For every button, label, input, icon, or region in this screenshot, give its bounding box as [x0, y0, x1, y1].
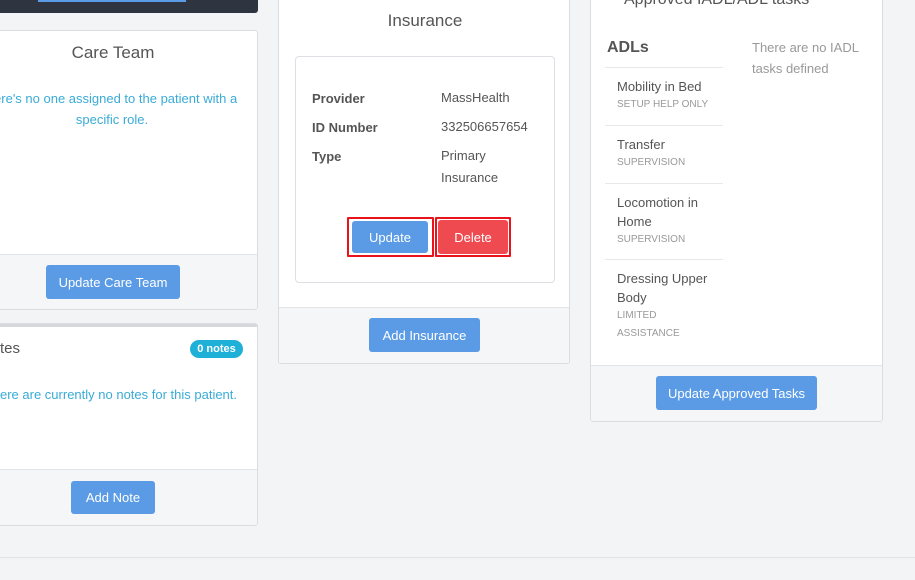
settings-icon[interactable]: ⌄ — [842, 0, 852, 3]
top-dark-panel-button[interactable] — [38, 0, 186, 2]
adl-item: Mobility in Bed SETUP HELP ONLY — [605, 77, 723, 126]
adl-level: SETUP HELP ONLY — [617, 99, 709, 110]
provider-value: MassHealth — [441, 90, 510, 105]
adl-level: LIMITED ASSISTANCE — [617, 310, 680, 339]
approved-tasks-title: Approved IADL/ADL tasks — [624, 0, 809, 9]
approved-tasks-panel: Approved IADL/ADL tasks ⌄ ADLs Mobility … — [590, 0, 883, 422]
type-value: Primary Insurance — [441, 148, 499, 185]
id-number-label: ID Number — [312, 120, 378, 135]
update-care-team-button[interactable]: Update Care Team — [46, 265, 180, 299]
adls-heading-divider — [605, 67, 723, 68]
top-dark-panel — [0, 0, 258, 13]
adl-item: Locomotion in Home SUPERVISION — [605, 193, 723, 260]
insurance-footer: Add Insurance — [279, 307, 569, 363]
notes-panel: tes 0 notes ere are currently no notes f… — [0, 323, 258, 526]
care-team-title: Care Team — [71, 43, 155, 62]
insurance-card: Provider MassHealth ID Number 3325066576… — [295, 56, 555, 283]
adl-name: Transfer — [617, 137, 665, 152]
update-approved-tasks-button[interactable]: Update Approved Tasks — [656, 376, 817, 410]
care-team-empty-message: here's no one assigned to the patient wi… — [0, 91, 238, 127]
notes-count-badge: 0 notes — [190, 340, 243, 358]
add-insurance-button[interactable]: Add Insurance — [369, 318, 480, 352]
page-bottom-divider — [0, 557, 915, 558]
notes-title: tes — [0, 340, 21, 357]
insurance-title: Insurance — [387, 11, 463, 30]
adl-name: Mobility in Bed — [617, 79, 702, 94]
care-team-panel: Care Team here's no one assigned to the … — [0, 30, 258, 310]
notes-footer: Add Note — [0, 469, 257, 525]
insurance-panel: Insurance Provider MassHealth ID Number … — [278, 0, 570, 364]
provider-label: Provider — [312, 91, 365, 106]
delete-insurance-button[interactable]: Delete — [438, 220, 508, 254]
id-number-value: 332506657654 — [441, 119, 528, 134]
update-insurance-button[interactable]: Update — [352, 221, 428, 253]
adl-name: Locomotion in Home — [617, 195, 698, 229]
notes-panel-topbar — [0, 324, 257, 327]
adl-item: Dressing Upper Body LIMITED ASSISTANCE — [605, 269, 723, 343]
iadl-empty-message: There are no IADL tasks defined — [752, 40, 859, 76]
add-note-button[interactable]: Add Note — [71, 481, 155, 514]
adl-level: SUPERVISION — [617, 234, 686, 245]
type-label: Type — [312, 149, 342, 164]
notes-empty-message: ere are currently no notes for this pati… — [0, 387, 238, 402]
adl-name: Dressing Upper Body — [617, 271, 708, 305]
care-team-footer: Update Care Team — [0, 254, 257, 309]
adl-item: Transfer SUPERVISION — [605, 135, 723, 184]
adls-heading: ADLs — [607, 39, 649, 56]
approved-tasks-footer: Update Approved Tasks — [591, 365, 882, 421]
adl-level: SUPERVISION — [617, 157, 686, 168]
